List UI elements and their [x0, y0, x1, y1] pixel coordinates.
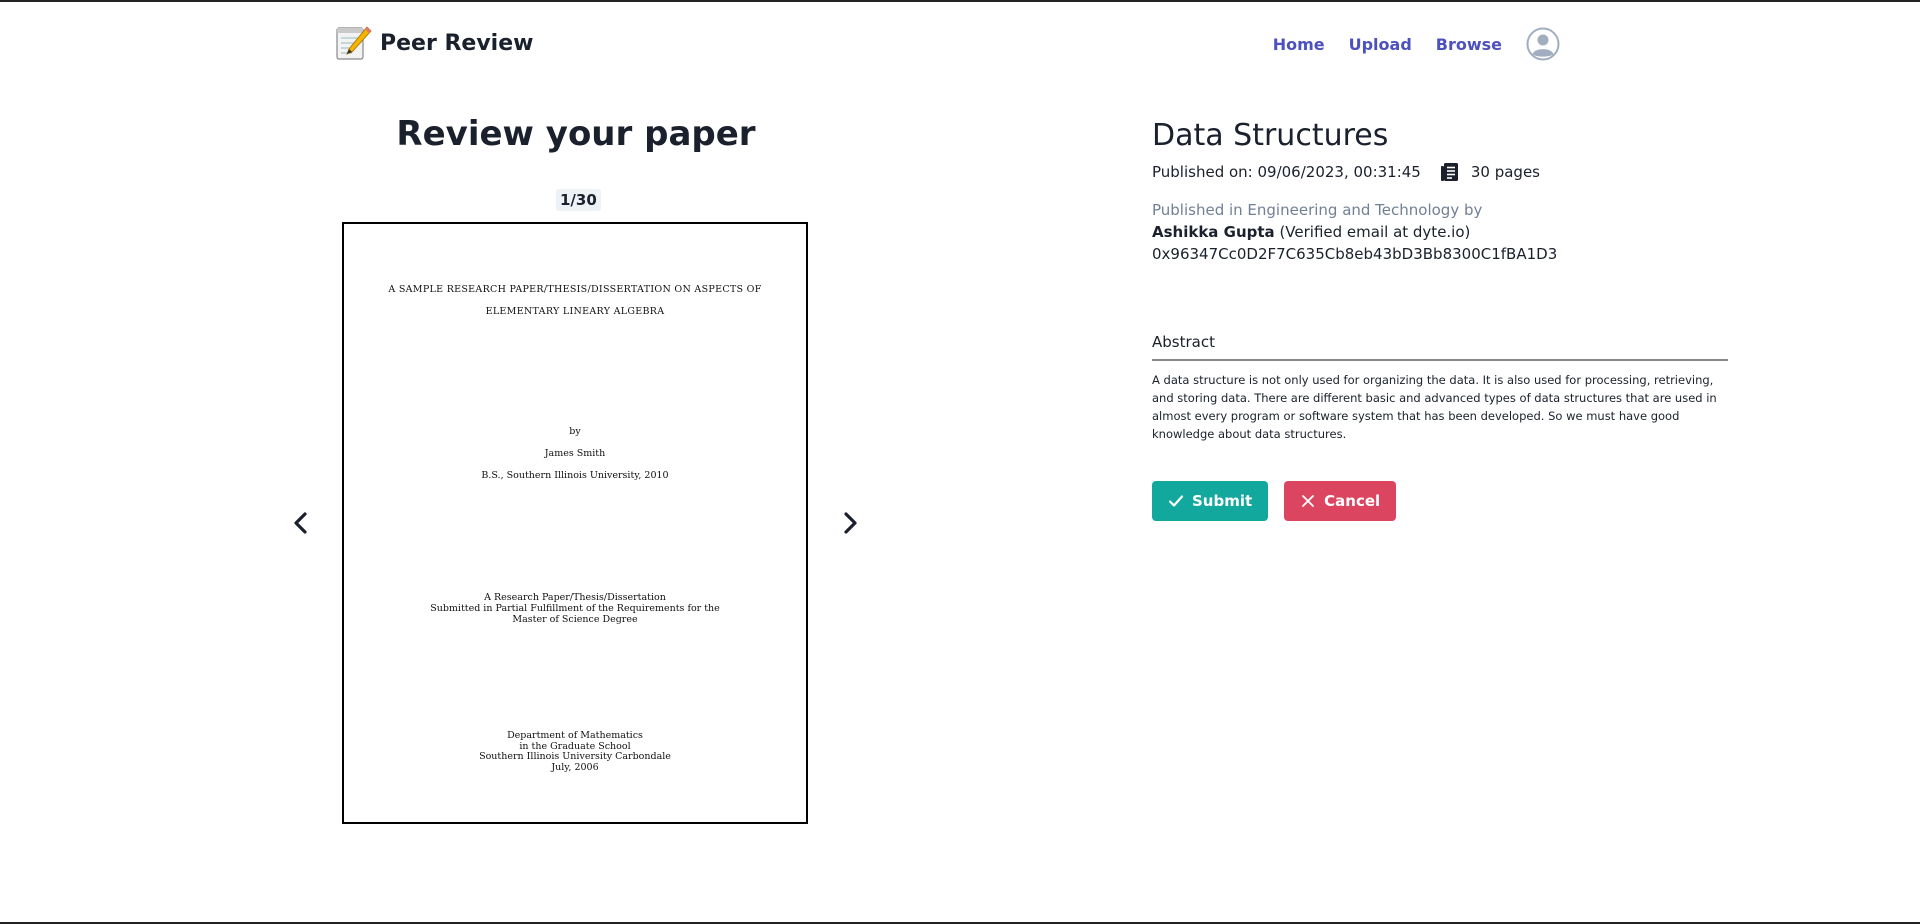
chevron-left-icon[interactable]	[285, 507, 317, 539]
submit-button[interactable]: Submit	[1152, 481, 1269, 521]
cancel-label: Cancel	[1324, 492, 1381, 510]
cancel-button[interactable]: Cancel	[1284, 481, 1397, 521]
author-line: Ashikka Gupta (Verified email at dyte.io…	[1152, 223, 1728, 241]
nav-browse-link[interactable]: Browse	[1436, 35, 1502, 54]
brand-name: Peer Review	[380, 30, 534, 56]
page-indicator: 1/30	[556, 189, 601, 211]
published-date: Published on: 09/06/2023, 00:31:45	[1152, 163, 1421, 181]
paper-degree: B.S., Southern Illinois University, 2010	[481, 470, 669, 481]
main-nav: Home Upload Browse	[1273, 27, 1560, 61]
abstract-heading: Abstract	[1152, 333, 1728, 361]
paper-department-line: Department of Mathematics	[507, 730, 643, 741]
user-avatar-icon[interactable]	[1526, 27, 1560, 61]
paper-department-line: July, 2006	[551, 761, 599, 773]
paper-title-line-1: A SAMPLE RESEARCH PAPER/THESIS/DISSERTAT…	[388, 284, 762, 295]
brand-logo[interactable]: Peer Review	[334, 24, 533, 62]
paper-author: James Smith	[544, 448, 606, 459]
check-icon	[1168, 495, 1184, 507]
paper-title-line-2: ELEMENTARY LINEARY ALGEBRA	[485, 306, 665, 317]
author-name: Ashikka Gupta	[1152, 223, 1275, 241]
nav-home-link[interactable]: Home	[1273, 35, 1325, 54]
review-actions: Submit Cancel	[1152, 481, 1728, 521]
category-line: Published in Engineering and Technology …	[1152, 201, 1483, 219]
paper-by: by	[569, 426, 581, 437]
paper-meta: Published on: 09/06/2023, 00:31:45 30 pa…	[1152, 161, 1728, 183]
paper-department-line: Southern Illinois University Carbondale	[479, 751, 671, 762]
chevron-right-icon[interactable]	[834, 507, 866, 539]
memo-pencil-icon	[336, 26, 372, 60]
paper-submission: A Research Paper/Thesis/Dissertation Sub…	[344, 592, 806, 625]
page-title: Review your paper	[396, 114, 756, 154]
abstract-text: A data structure is not only used for or…	[1152, 373, 1717, 441]
wallet-address: 0x96347Cc0D2F7C635Cb8eb43bD3Bb8300C1fBA1…	[1152, 245, 1558, 263]
paper-department: Department of Mathematics in the Graduat…	[344, 730, 806, 773]
paper-submission-line: Master of Science Degree	[512, 614, 638, 625]
document-pages-icon	[1440, 163, 1458, 181]
paper-title: Data Structures	[1152, 118, 1389, 153]
paper-submission-line: Submitted in Partial Fulfillment of the …	[430, 603, 720, 614]
author-verified: (Verified email at dyte.io)	[1274, 223, 1471, 241]
paper-details: Data Structures Published on: 09/06/2023…	[1152, 118, 1728, 521]
nav-upload-link[interactable]: Upload	[1349, 35, 1412, 54]
submit-label: Submit	[1192, 492, 1253, 510]
paper-submission-line: A Research Paper/Thesis/Dissertation	[484, 592, 666, 603]
page-count: 30 pages	[1439, 161, 1540, 183]
page-count-label: 30 pages	[1470, 163, 1540, 181]
paper-page-preview: A SAMPLE RESEARCH PAPER/THESIS/DISSERTAT…	[342, 222, 808, 824]
close-icon	[1302, 495, 1315, 507]
